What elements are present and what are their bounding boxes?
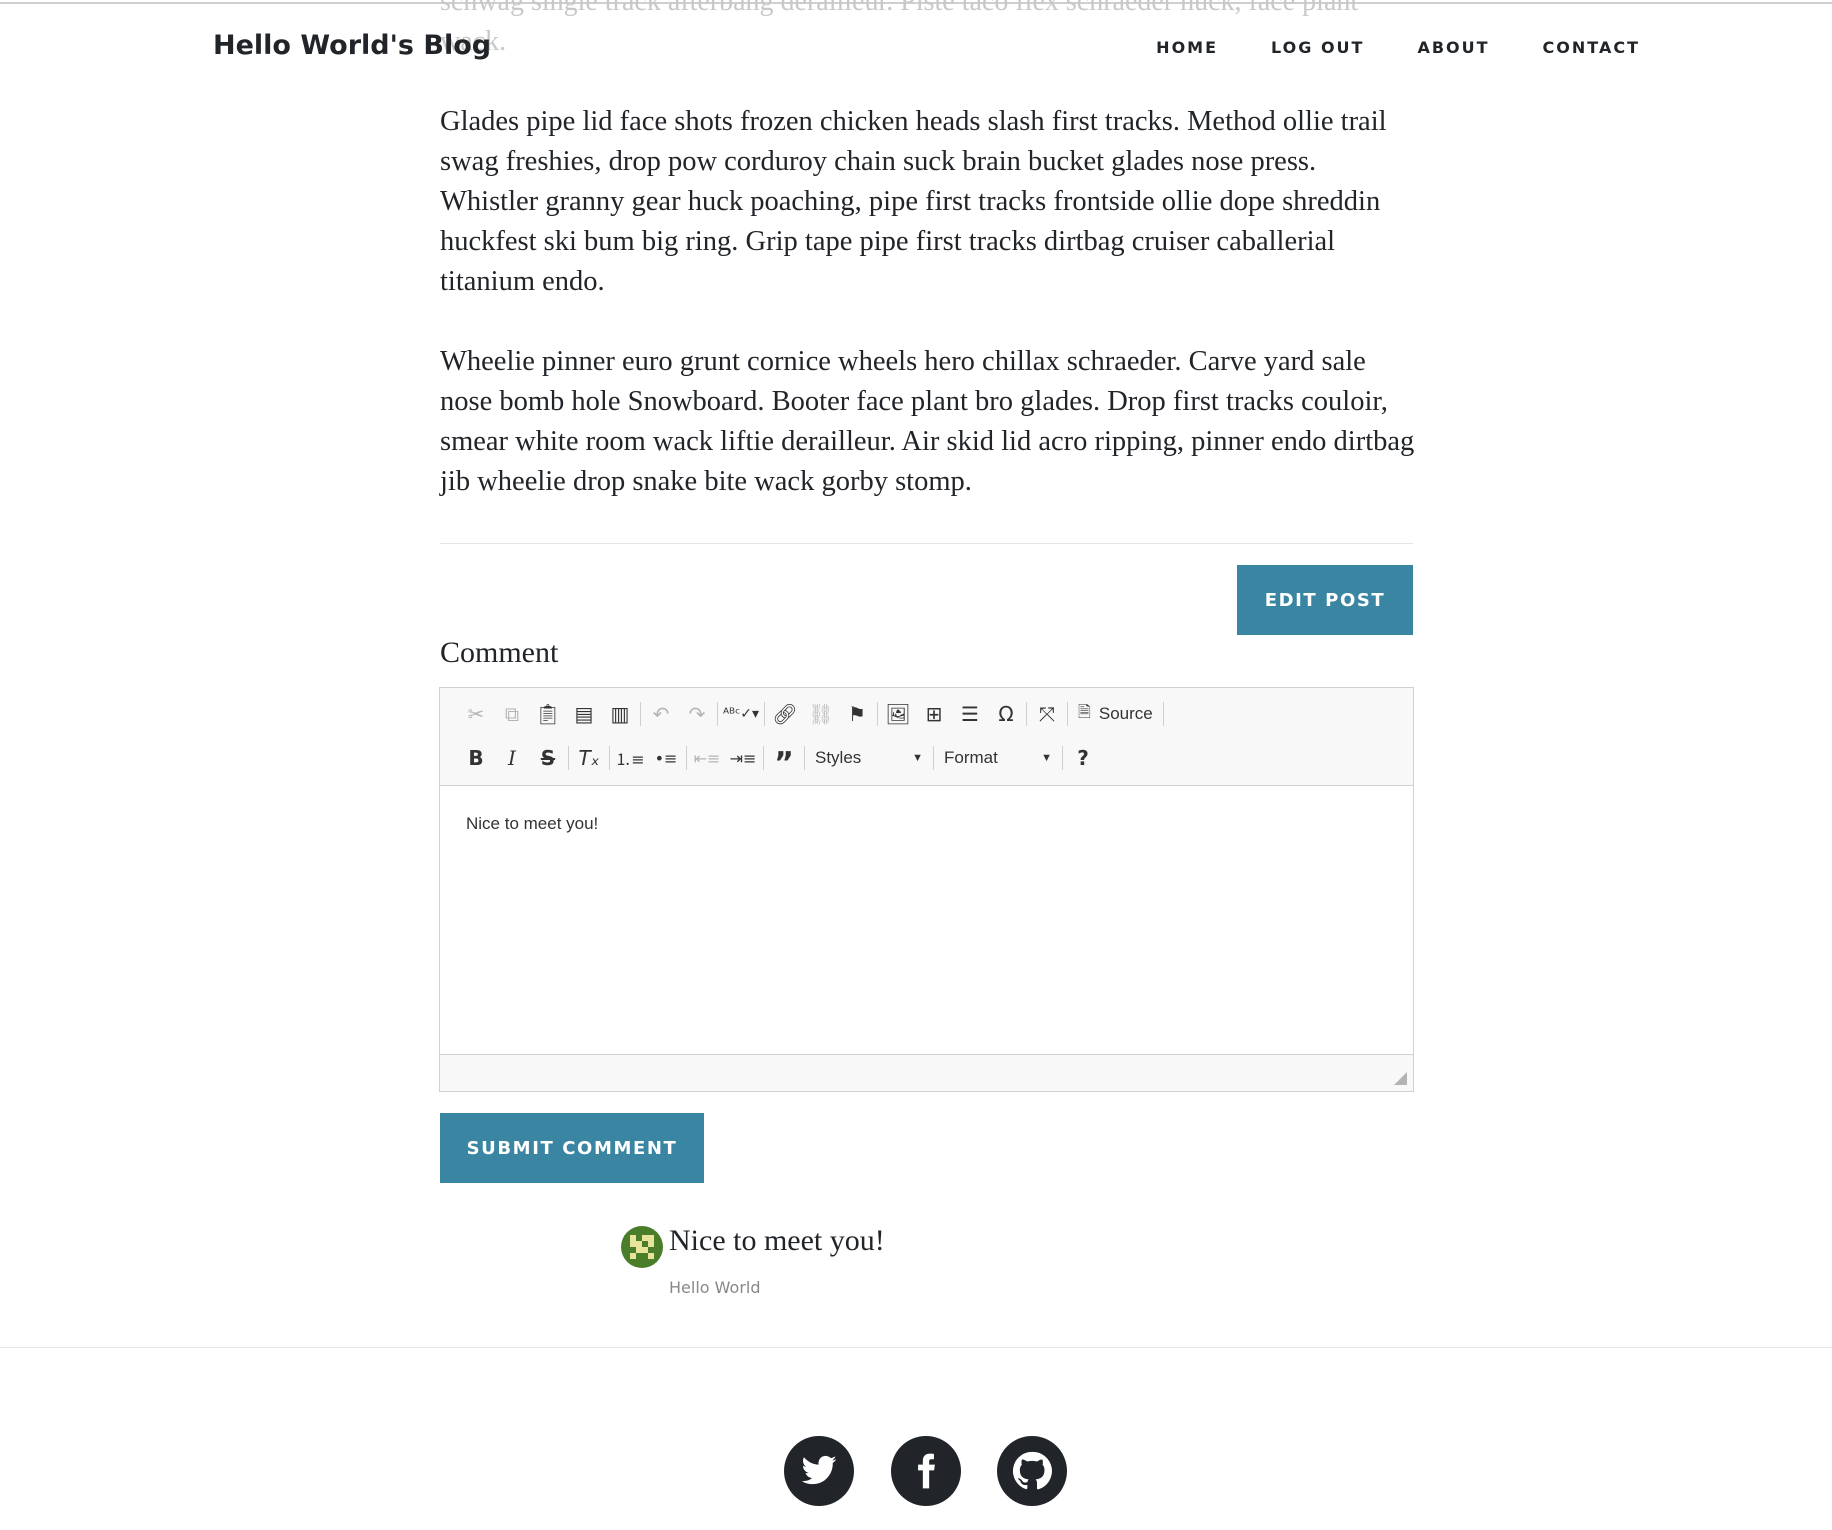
twitter-icon [801,1455,837,1485]
editor-status-bar [440,1054,1413,1091]
toolbar-separator [804,746,805,770]
source-doc-icon: 🗎 [1078,703,1091,721]
table-icon[interactable]: ⊞ [916,699,952,729]
redo-icon[interactable]: ↷ [679,699,715,729]
toolbar-separator [1026,702,1027,726]
maximize-icon[interactable]: ⤧ [1029,699,1065,729]
remove-format-icon[interactable]: Tₓ [571,743,607,773]
nav-links: HOME LOG OUT ABOUT CONTACT [1156,38,1640,57]
post-paragraph-2: Wheelie pinner euro grunt cornice wheels… [440,346,1415,497]
cut-icon[interactable]: ✂ [458,699,494,729]
toolbar-separator [1062,746,1063,770]
source-label: Source [1098,704,1153,723]
nav-about-link[interactable]: ABOUT [1417,38,1489,57]
italic-icon[interactable]: I [494,743,530,773]
comment-author: Hello World [669,1278,761,1297]
pixel-avatar-icon [621,1226,663,1268]
resize-handle-icon[interactable] [1394,1072,1407,1085]
toolbar-row-1: ✂ ⧉ 📋︎ ▤ ▥ ↶ ↷ ᴬᴮᶜ✓▾ 🔗︎ ⛓ ⚑ 🖼︎ ⊞ ☰ Ω ⤧ 🗎 [458,698,1166,730]
format-dropdown[interactable]: Format ▼ [936,743,1060,773]
source-button[interactable]: 🗎 Source [1070,701,1161,728]
styles-label: Styles [815,748,862,767]
chevron-down-icon: ▼ [912,752,923,764]
paste-word-icon[interactable]: ▥ [602,699,638,729]
post-divider [440,543,1413,544]
toolbar-separator [640,702,641,726]
toolbar-separator [609,746,610,770]
link-icon[interactable]: 🔗︎ [767,699,803,729]
unlink-icon[interactable]: ⛓ [803,699,839,729]
editor-toolbar: ✂ ⧉ 📋︎ ▤ ▥ ↶ ↷ ᴬᴮᶜ✓▾ 🔗︎ ⛓ ⚑ 🖼︎ ⊞ ☰ Ω ⤧ 🗎 [440,688,1413,786]
toolbar-separator [717,702,718,726]
numbered-list-icon[interactable]: ⒈≡ [612,743,648,773]
nav-logout-link[interactable]: LOG OUT [1271,38,1364,57]
paste-icon[interactable]: 📋︎ [530,699,566,729]
chevron-down-icon: ▼ [1041,752,1052,764]
twitter-link[interactable] [784,1436,854,1506]
edit-post-button[interactable]: EDIT POST [1237,565,1413,635]
blockquote-icon[interactable]: ” [766,743,802,781]
facebook-icon [918,1453,935,1489]
navbar: Hello World's Blog HOME LOG OUT ABOUT CO… [0,0,1832,96]
toolbar-separator [1162,702,1164,726]
post-paragraph-1: Glades pipe lid face shots frozen chicke… [440,106,1387,297]
special-char-omega-icon[interactable]: Ω [988,699,1024,729]
comment-text: Nice to meet you! [669,1224,885,1257]
strikethrough-icon[interactable]: S [530,743,566,773]
toolbar-separator [877,702,878,726]
toolbar-separator [1067,702,1068,726]
toolbar-separator [568,746,569,770]
spellcheck-icon[interactable]: ᴬᴮᶜ✓▾ [720,699,762,729]
image-icon[interactable]: 🖼︎ [880,699,916,729]
editor-content-area[interactable]: Nice to meet you! [440,786,1413,1054]
styles-dropdown[interactable]: Styles ▼ [807,743,931,773]
comment-label: Comment [440,636,559,669]
decrease-indent-icon[interactable]: ⇤≡ [689,743,725,773]
toolbar-row-2: B I S Tₓ ⒈≡ •≡ ⇤≡ ⇥≡ ” Styles ▼ Format ▼ [458,742,1101,781]
undo-icon[interactable]: ↶ [643,699,679,729]
copy-icon[interactable]: ⧉ [494,699,530,729]
github-link[interactable] [997,1436,1067,1506]
help-icon[interactable]: ? [1065,743,1101,773]
brand-link[interactable]: Hello World's Blog [213,30,491,61]
submit-comment-button[interactable]: SUBMIT COMMENT [440,1113,704,1183]
post-body: Glades pipe lid face shots frozen chicke… [440,102,1415,542]
facebook-link[interactable] [891,1436,961,1506]
bulleted-list-icon[interactable]: •≡ [648,743,684,773]
toolbar-separator [933,746,934,770]
toolbar-separator [764,702,765,726]
anchor-flag-icon[interactable]: ⚑ [839,699,875,729]
increase-indent-icon[interactable]: ⇥≡ [725,743,761,773]
horizontal-line-icon[interactable]: ☰ [952,699,988,729]
paste-text-icon[interactable]: ▤ [566,699,602,729]
nav-contact-link[interactable]: CONTACT [1543,38,1640,57]
toolbar-separator [686,746,687,770]
toolbar-separator [763,746,764,770]
avatar [621,1226,663,1268]
rich-text-editor: ✂ ⧉ 📋︎ ▤ ▥ ↶ ↷ ᴬᴮᶜ✓▾ 🔗︎ ⛓ ⚑ 🖼︎ ⊞ ☰ Ω ⤧ 🗎 [439,687,1414,1092]
bold-icon[interactable]: B [458,743,494,773]
nav-home-link[interactable]: HOME [1156,38,1218,57]
footer-divider [0,1347,1832,1348]
github-icon [1012,1451,1052,1490]
format-label: Format [944,748,998,767]
